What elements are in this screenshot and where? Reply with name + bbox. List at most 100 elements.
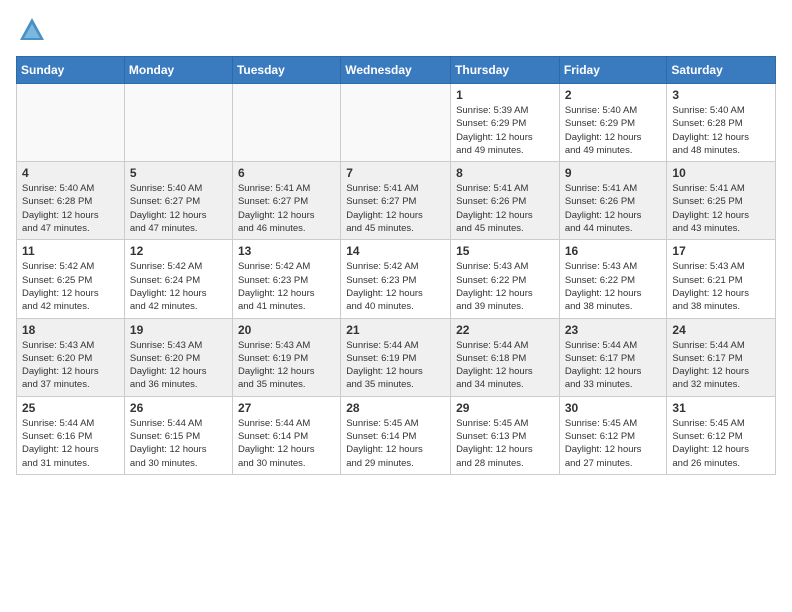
day-number: 3 xyxy=(672,88,770,102)
calendar-cell: 18 Sunrise: 5:43 AM Sunset: 6:20 PM Dayli… xyxy=(17,318,125,396)
day-info: Sunrise: 5:43 AM Sunset: 6:20 PM Dayligh… xyxy=(22,339,119,392)
day-info: Sunrise: 5:41 AM Sunset: 6:25 PM Dayligh… xyxy=(672,182,770,235)
calendar-cell: 4 Sunrise: 5:40 AM Sunset: 6:28 PM Daylig… xyxy=(17,162,125,240)
day-info: Sunrise: 5:40 AM Sunset: 6:27 PM Dayligh… xyxy=(130,182,227,235)
page-header xyxy=(16,16,776,44)
day-info: Sunrise: 5:44 AM Sunset: 6:16 PM Dayligh… xyxy=(22,417,119,470)
day-info: Sunrise: 5:41 AM Sunset: 6:27 PM Dayligh… xyxy=(346,182,445,235)
day-number: 1 xyxy=(456,88,554,102)
calendar-cell: 26 Sunrise: 5:44 AM Sunset: 6:15 PM Dayli… xyxy=(124,396,232,474)
calendar-cell: 23 Sunrise: 5:44 AM Sunset: 6:17 PM Dayli… xyxy=(559,318,667,396)
week-row-3: 11 Sunrise: 5:42 AM Sunset: 6:25 PM Dayli… xyxy=(17,240,776,318)
day-number: 11 xyxy=(22,244,119,258)
calendar-cell: 3 Sunrise: 5:40 AM Sunset: 6:28 PM Daylig… xyxy=(667,84,776,162)
day-info: Sunrise: 5:45 AM Sunset: 6:12 PM Dayligh… xyxy=(565,417,662,470)
week-row-4: 18 Sunrise: 5:43 AM Sunset: 6:20 PM Dayli… xyxy=(17,318,776,396)
weekday-header-friday: Friday xyxy=(559,57,667,84)
calendar-cell: 13 Sunrise: 5:42 AM Sunset: 6:23 PM Dayli… xyxy=(232,240,340,318)
day-number: 19 xyxy=(130,323,227,337)
calendar-cell: 21 Sunrise: 5:44 AM Sunset: 6:19 PM Dayli… xyxy=(341,318,451,396)
day-number: 28 xyxy=(346,401,445,415)
weekday-header-tuesday: Tuesday xyxy=(232,57,340,84)
day-number: 2 xyxy=(565,88,662,102)
day-number: 9 xyxy=(565,166,662,180)
day-number: 24 xyxy=(672,323,770,337)
day-number: 7 xyxy=(346,166,445,180)
calendar-cell: 24 Sunrise: 5:44 AM Sunset: 6:17 PM Dayli… xyxy=(667,318,776,396)
calendar-cell: 30 Sunrise: 5:45 AM Sunset: 6:12 PM Dayli… xyxy=(559,396,667,474)
day-number: 14 xyxy=(346,244,445,258)
weekday-header-row: SundayMondayTuesdayWednesdayThursdayFrid… xyxy=(17,57,776,84)
calendar-cell: 19 Sunrise: 5:43 AM Sunset: 6:20 PM Dayli… xyxy=(124,318,232,396)
day-info: Sunrise: 5:41 AM Sunset: 6:27 PM Dayligh… xyxy=(238,182,335,235)
day-number: 16 xyxy=(565,244,662,258)
calendar-cell: 15 Sunrise: 5:43 AM Sunset: 6:22 PM Dayli… xyxy=(451,240,560,318)
day-info: Sunrise: 5:43 AM Sunset: 6:19 PM Dayligh… xyxy=(238,339,335,392)
week-row-1: 1 Sunrise: 5:39 AM Sunset: 6:29 PM Daylig… xyxy=(17,84,776,162)
calendar-cell xyxy=(341,84,451,162)
calendar-cell: 14 Sunrise: 5:42 AM Sunset: 6:23 PM Dayli… xyxy=(341,240,451,318)
day-info: Sunrise: 5:44 AM Sunset: 6:17 PM Dayligh… xyxy=(672,339,770,392)
day-info: Sunrise: 5:44 AM Sunset: 6:15 PM Dayligh… xyxy=(130,417,227,470)
day-info: Sunrise: 5:43 AM Sunset: 6:22 PM Dayligh… xyxy=(565,260,662,313)
weekday-header-sunday: Sunday xyxy=(17,57,125,84)
day-number: 23 xyxy=(565,323,662,337)
calendar-cell: 22 Sunrise: 5:44 AM Sunset: 6:18 PM Dayli… xyxy=(451,318,560,396)
calendar-cell: 2 Sunrise: 5:40 AM Sunset: 6:29 PM Daylig… xyxy=(559,84,667,162)
calendar-cell: 27 Sunrise: 5:44 AM Sunset: 6:14 PM Dayli… xyxy=(232,396,340,474)
day-info: Sunrise: 5:40 AM Sunset: 6:29 PM Dayligh… xyxy=(565,104,662,157)
calendar-cell: 6 Sunrise: 5:41 AM Sunset: 6:27 PM Daylig… xyxy=(232,162,340,240)
calendar-cell xyxy=(232,84,340,162)
day-number: 10 xyxy=(672,166,770,180)
day-number: 8 xyxy=(456,166,554,180)
calendar-cell: 28 Sunrise: 5:45 AM Sunset: 6:14 PM Dayli… xyxy=(341,396,451,474)
day-info: Sunrise: 5:40 AM Sunset: 6:28 PM Dayligh… xyxy=(672,104,770,157)
day-number: 26 xyxy=(130,401,227,415)
day-number: 21 xyxy=(346,323,445,337)
day-number: 18 xyxy=(22,323,119,337)
day-info: Sunrise: 5:41 AM Sunset: 6:26 PM Dayligh… xyxy=(565,182,662,235)
day-number: 17 xyxy=(672,244,770,258)
day-number: 30 xyxy=(565,401,662,415)
day-info: Sunrise: 5:44 AM Sunset: 6:19 PM Dayligh… xyxy=(346,339,445,392)
calendar-cell: 31Sunrise: 5:45 AM Sunset: 6:12 PM Dayli… xyxy=(667,396,776,474)
weekday-header-thursday: Thursday xyxy=(451,57,560,84)
day-info: Sunrise: 5:42 AM Sunset: 6:23 PM Dayligh… xyxy=(238,260,335,313)
weekday-header-monday: Monday xyxy=(124,57,232,84)
logo-icon xyxy=(18,16,46,44)
day-info: Sunrise: 5:44 AM Sunset: 6:17 PM Dayligh… xyxy=(565,339,662,392)
day-info: Sunrise: 5:39 AM Sunset: 6:29 PM Dayligh… xyxy=(456,104,554,157)
day-info: Sunrise: 5:44 AM Sunset: 6:14 PM Dayligh… xyxy=(238,417,335,470)
day-number: 6 xyxy=(238,166,335,180)
day-info: Sunrise: 5:44 AM Sunset: 6:18 PM Dayligh… xyxy=(456,339,554,392)
calendar-cell: 1 Sunrise: 5:39 AM Sunset: 6:29 PM Daylig… xyxy=(451,84,560,162)
calendar-cell xyxy=(17,84,125,162)
weekday-header-wednesday: Wednesday xyxy=(341,57,451,84)
calendar-cell xyxy=(124,84,232,162)
day-info: Sunrise: 5:42 AM Sunset: 6:25 PM Dayligh… xyxy=(22,260,119,313)
calendar-cell: 7 Sunrise: 5:41 AM Sunset: 6:27 PM Daylig… xyxy=(341,162,451,240)
week-row-5: 25 Sunrise: 5:44 AM Sunset: 6:16 PM Dayli… xyxy=(17,396,776,474)
day-info: Sunrise: 5:42 AM Sunset: 6:23 PM Dayligh… xyxy=(346,260,445,313)
day-info: Sunrise: 5:41 AM Sunset: 6:26 PM Dayligh… xyxy=(456,182,554,235)
calendar-cell: 10 Sunrise: 5:41 AM Sunset: 6:25 PM Dayli… xyxy=(667,162,776,240)
calendar-cell: 16 Sunrise: 5:43 AM Sunset: 6:22 PM Dayli… xyxy=(559,240,667,318)
calendar-cell: 20 Sunrise: 5:43 AM Sunset: 6:19 PM Dayli… xyxy=(232,318,340,396)
day-number: 20 xyxy=(238,323,335,337)
day-number: 22 xyxy=(456,323,554,337)
day-info: Sunrise: 5:43 AM Sunset: 6:21 PM Dayligh… xyxy=(672,260,770,313)
day-info: Sunrise: 5:45 AM Sunset: 6:12 PM Dayligh… xyxy=(672,417,770,470)
day-number: 15 xyxy=(456,244,554,258)
day-number: 4 xyxy=(22,166,119,180)
calendar-table: SundayMondayTuesdayWednesdayThursdayFrid… xyxy=(16,56,776,475)
day-number: 25 xyxy=(22,401,119,415)
day-info: Sunrise: 5:43 AM Sunset: 6:20 PM Dayligh… xyxy=(130,339,227,392)
day-info: Sunrise: 5:43 AM Sunset: 6:22 PM Dayligh… xyxy=(456,260,554,313)
day-info: Sunrise: 5:40 AM Sunset: 6:28 PM Dayligh… xyxy=(22,182,119,235)
calendar-cell: 11 Sunrise: 5:42 AM Sunset: 6:25 PM Dayli… xyxy=(17,240,125,318)
day-number: 27 xyxy=(238,401,335,415)
day-number: 29 xyxy=(456,401,554,415)
day-info: Sunrise: 5:45 AM Sunset: 6:14 PM Dayligh… xyxy=(346,417,445,470)
day-number: 13 xyxy=(238,244,335,258)
day-info: Sunrise: 5:42 AM Sunset: 6:24 PM Dayligh… xyxy=(130,260,227,313)
